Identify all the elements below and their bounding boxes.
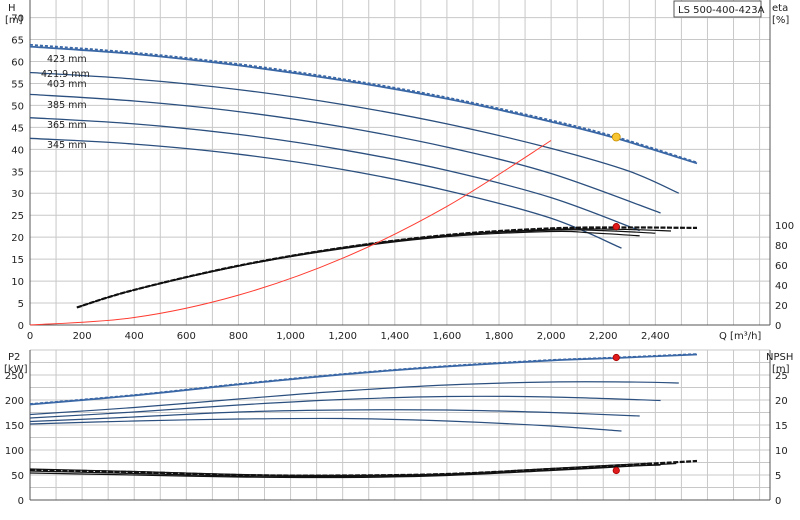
head-tick-label: 55 (11, 79, 24, 90)
eta-axis-label: eta (772, 3, 788, 14)
npsh-tick-label: 20 (775, 396, 788, 407)
power-tick-label: 200 (5, 396, 24, 407)
head-tick-label: 45 (11, 123, 24, 134)
eta-tick-label: 40 (775, 281, 788, 292)
impeller-diameter-label: 423 mm (47, 54, 87, 65)
npsh-tick-label: 15 (775, 421, 788, 432)
head-tick-label: 50 (11, 101, 24, 112)
flow-tick-label: 1,600 (433, 331, 462, 342)
flow-tick-label: 1,400 (380, 331, 409, 342)
npsh-tick-label: 0 (775, 496, 781, 507)
pump-performance-chart: H [m] eta [%] Q [m³/h] 05101520253035404… (0, 0, 800, 520)
flow-tick-label: 1,200 (328, 331, 357, 342)
impeller-diameter-label: 385 mm (47, 100, 87, 111)
duty-point-head (611, 132, 621, 142)
flow-axis-label: Q [m³/h] (719, 331, 761, 342)
flow-tick-label: 600 (177, 331, 196, 342)
head-tick-label: 65 (11, 36, 24, 47)
head-tick-label: 35 (11, 167, 24, 178)
flow-tick-label: 1,800 (485, 331, 514, 342)
head-tick-label: 15 (11, 255, 24, 266)
eta-tick-label: 20 (775, 301, 788, 312)
eta-tick-label: 60 (775, 261, 788, 272)
duty-point-power (612, 353, 620, 362)
power-tick-label: 100 (5, 446, 24, 457)
head-tick-label: 70 (11, 14, 24, 25)
npsh-tick-label: 5 (775, 471, 781, 482)
model-label: LS 500-400-423A (678, 5, 765, 16)
npsh-tick-label: 25 (775, 371, 788, 382)
eta-axis-unit: [%] (772, 15, 789, 26)
head-tick-labels: 0 5 10 15 20 25 30 35 40 45 50 55 60 65 70 (11, 14, 24, 332)
flow-tick-label: 2,400 (641, 331, 670, 342)
power-tick-label: 150 (5, 421, 24, 432)
impeller-diameter-label: 345 mm (47, 140, 87, 151)
head-axis-label: H (8, 3, 16, 14)
head-tick-label: 60 (11, 57, 24, 68)
npsh-tick-label: 10 (775, 446, 788, 457)
npsh-axis-label: NPSH (766, 352, 793, 363)
eta-tick-label: 100 (775, 221, 794, 232)
flow-tick-label: 200 (73, 331, 92, 342)
eta-tick-label: 80 (775, 241, 788, 252)
head-tick-label: 20 (11, 233, 24, 244)
duty-point-npsh (612, 466, 620, 475)
head-tick-label: 0 (18, 321, 24, 332)
flow-tick-label: 0 (27, 331, 33, 342)
flow-tick-label: 400 (125, 331, 144, 342)
impeller-diameter-label: 365 mm (47, 120, 87, 131)
flow-tick-label: 2,200 (589, 331, 618, 342)
head-tick-label: 40 (11, 145, 24, 156)
head-tick-label: 10 (11, 277, 24, 288)
head-tick-label: 25 (11, 211, 24, 222)
power-tick-label: 0 (18, 496, 24, 507)
power-tick-label: 50 (11, 471, 24, 482)
flow-tick-label: 2,000 (537, 331, 566, 342)
flow-tick-label: 800 (229, 331, 248, 342)
power-tick-label: 250 (5, 371, 24, 382)
impeller-diameter-label: 403 mm (47, 79, 87, 90)
power-axis-label: P2 (8, 352, 20, 363)
head-tick-label: 30 (11, 189, 24, 200)
head-tick-label: 5 (18, 299, 24, 310)
flow-tick-label: 1,000 (276, 331, 305, 342)
eta-tick-label: 0 (775, 321, 781, 332)
duty-point-efficiency (612, 223, 620, 231)
